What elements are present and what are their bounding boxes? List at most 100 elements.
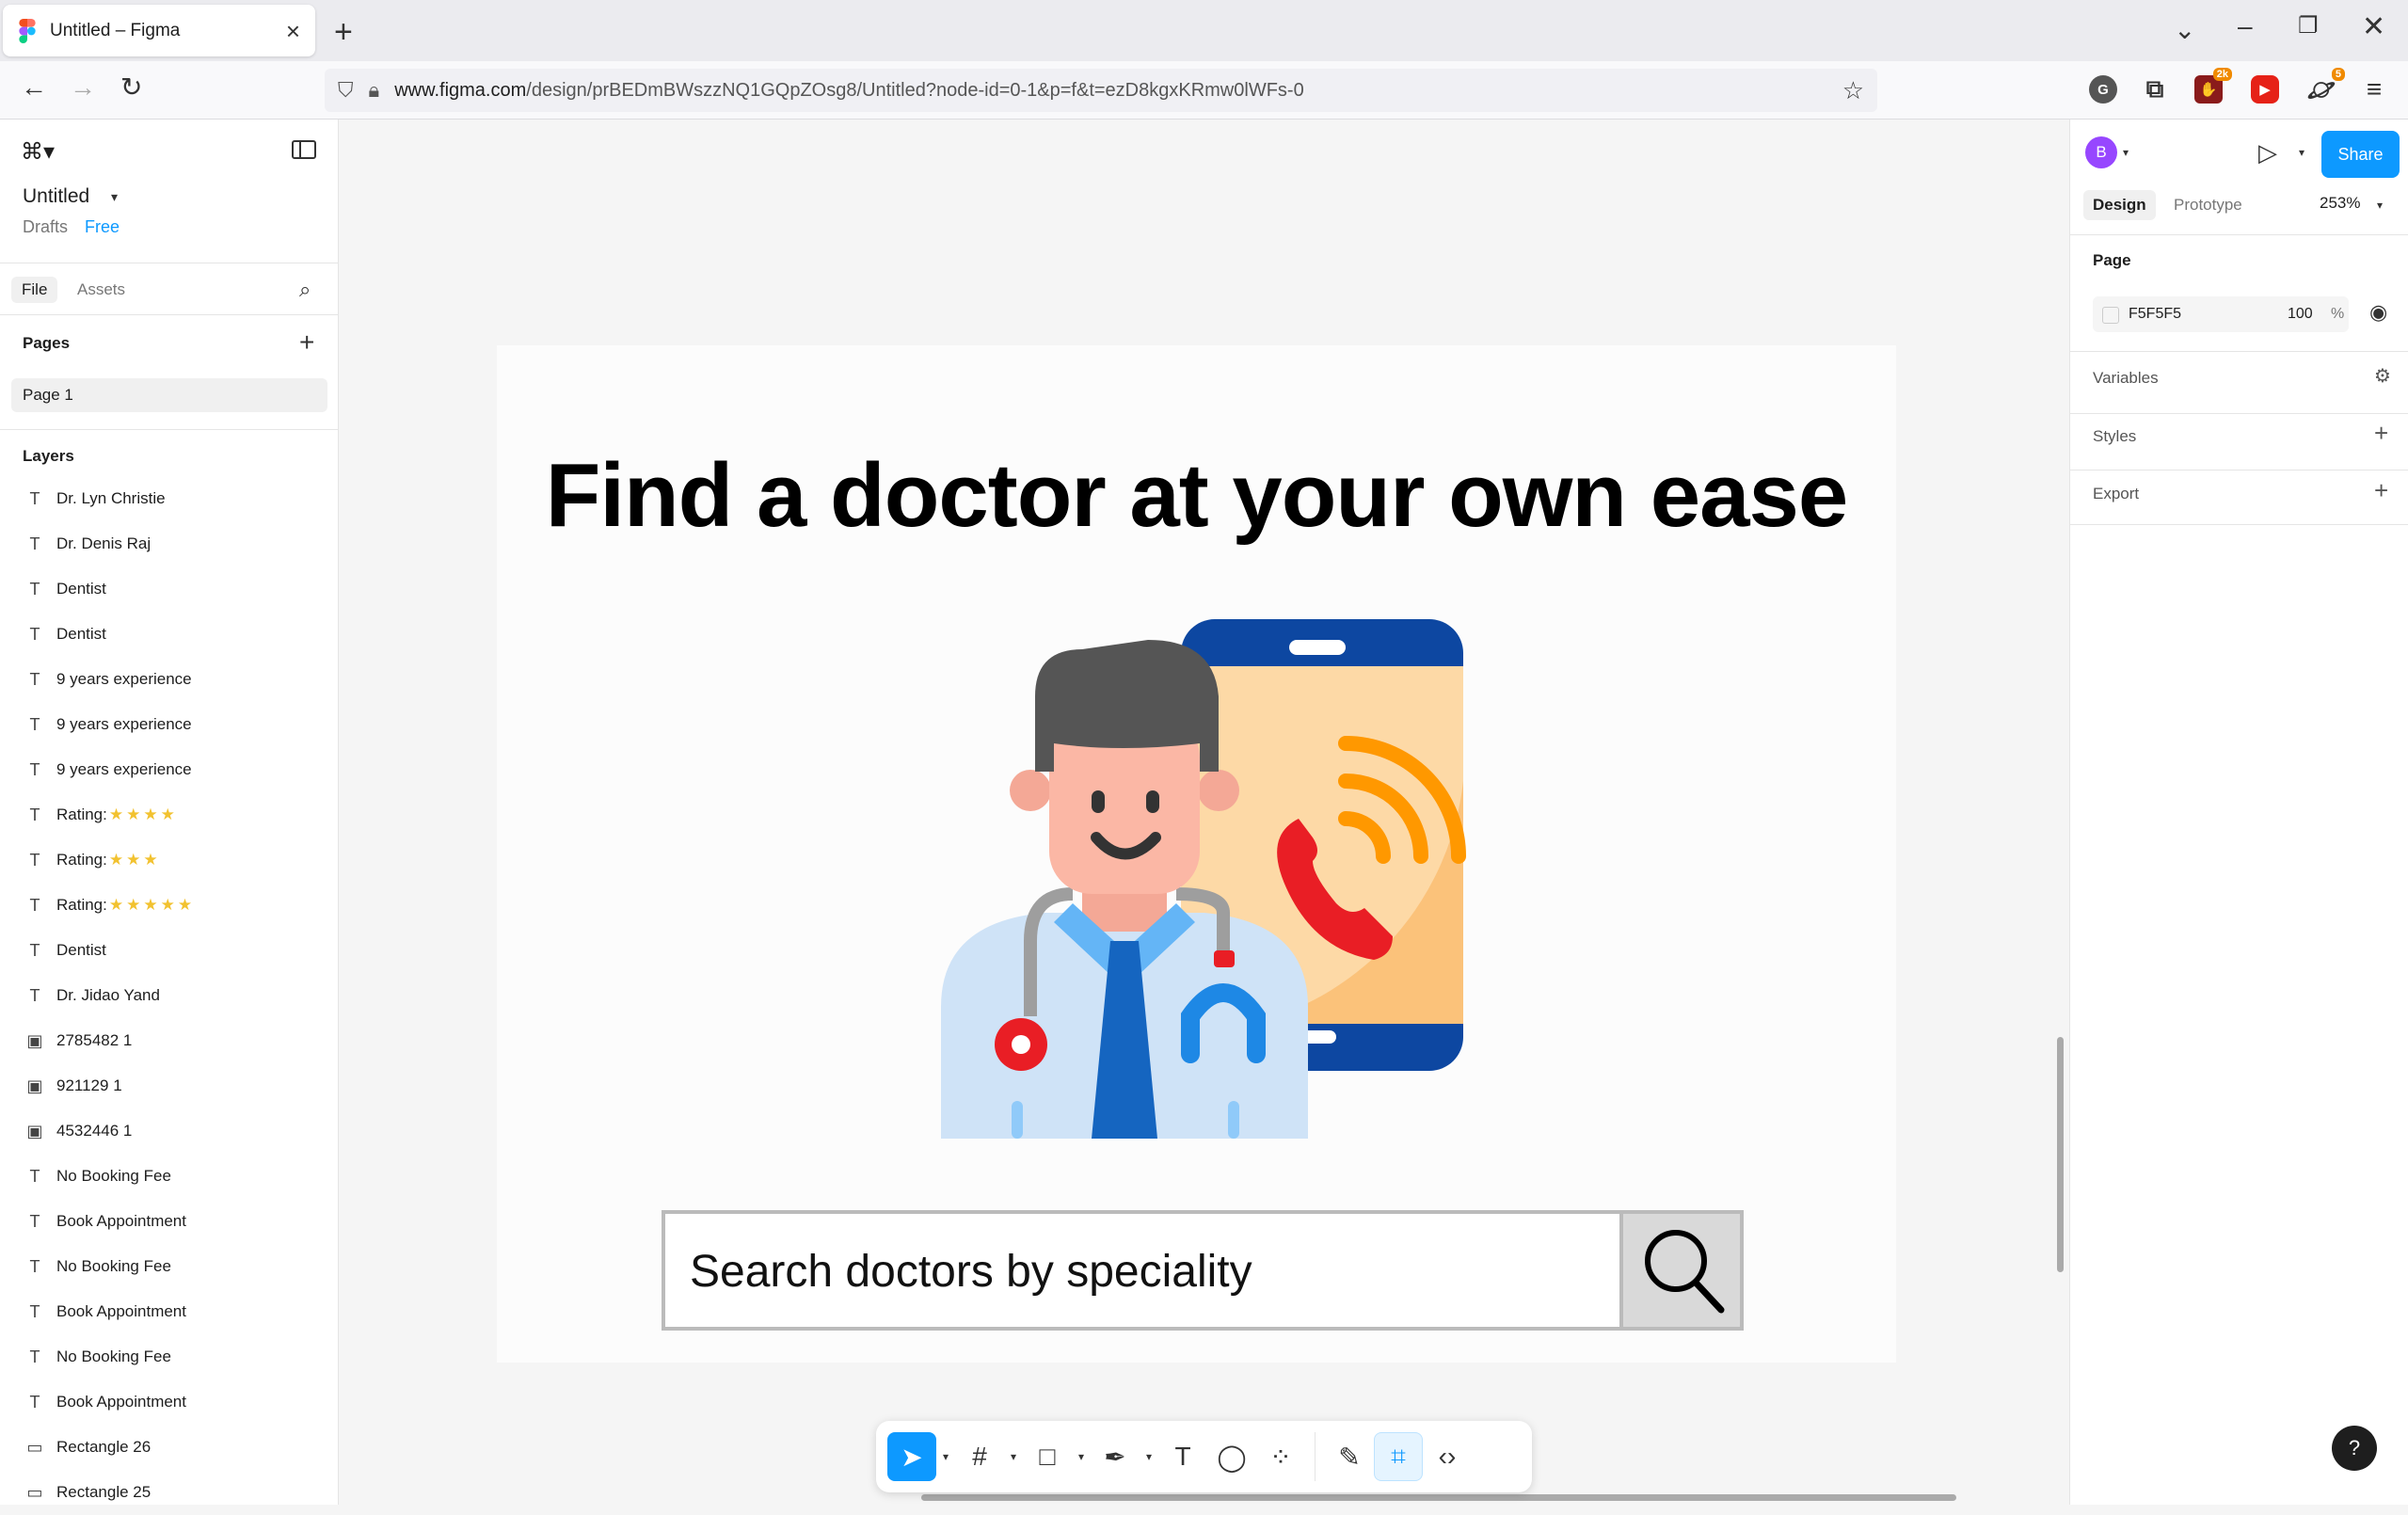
layer-row[interactable]: ▣ 4532446 1	[0, 1108, 339, 1154]
plan-badge[interactable]: Free	[85, 217, 120, 237]
page-fill-field[interactable]: F5F5F5 100 %	[2093, 296, 2349, 332]
move-tool-chevron-icon[interactable]: ▾	[936, 1450, 955, 1463]
design-canvas[interactable]: Find a doctor at your own ease Search do…	[340, 120, 2069, 1505]
layer-row[interactable]: T 9 years experience	[0, 657, 339, 702]
visibility-eye-icon[interactable]: ◉	[2369, 300, 2387, 325]
frame-tool-chevron-icon[interactable]: ▾	[1004, 1450, 1023, 1463]
layer-row[interactable]: T Rating: ★★★★	[0, 792, 339, 837]
back-arrow-icon[interactable]: ←	[21, 74, 47, 101]
layer-row[interactable]: T Dr. Jidao Yand	[0, 973, 339, 1018]
extensions-puzzle-icon[interactable]: ⧉	[2141, 74, 2169, 104]
add-style-icon[interactable]: +	[2374, 419, 2388, 448]
window-close-icon[interactable]: ✕	[2362, 13, 2385, 41]
fill-hex-value[interactable]: F5F5F5	[2129, 306, 2181, 323]
divider	[0, 429, 339, 430]
layer-row[interactable]: T 9 years experience	[0, 702, 339, 747]
figma-main-menu-icon[interactable]: ⌘▾	[21, 138, 55, 166]
horizontal-scrollbar[interactable]	[921, 1494, 1956, 1501]
pen-tool-icon[interactable]: ✒	[1091, 1432, 1140, 1481]
tab-list-chevron-icon[interactable]: ⌄	[2174, 17, 2195, 43]
pen-tool-chevron-icon[interactable]: ▾	[1140, 1450, 1158, 1463]
user-avatar[interactable]: B	[2085, 136, 2117, 168]
comment-tool-icon[interactable]: ◯	[1207, 1432, 1256, 1481]
tab-assets[interactable]: Assets	[77, 280, 125, 299]
layer-row[interactable]: T Dr. Denis Raj	[0, 521, 339, 566]
tab-design[interactable]: Design	[2083, 190, 2156, 220]
file-name[interactable]: Untitled	[23, 185, 89, 208]
layer-row[interactable]: T Book Appointment	[0, 1199, 339, 1244]
fill-opacity-value[interactable]: 100	[2288, 306, 2313, 323]
add-page-icon[interactable]: +	[299, 327, 314, 358]
layer-row[interactable]: T Rating: ★★★	[0, 837, 339, 883]
lock-icon[interactable]: 🔒︎	[369, 78, 380, 103]
extension-adblock-icon[interactable]: ✋ 2k	[2194, 68, 2232, 104]
zoom-level[interactable]: 253%	[2320, 194, 2360, 213]
file-menu-chevron-icon[interactable]: ▾	[111, 189, 118, 205]
new-tab-icon[interactable]: +	[334, 16, 353, 48]
frame-tool-icon[interactable]: #	[955, 1432, 1004, 1481]
dev-mode-icon[interactable]: ‹›	[1423, 1432, 1472, 1481]
tab-prototype[interactable]: Prototype	[2174, 196, 2242, 215]
layer-row[interactable]: T Dentist	[0, 566, 339, 612]
zoom-chevron-icon[interactable]: ▾	[2377, 199, 2383, 212]
window-minimize-icon[interactable]: –	[2238, 13, 2253, 40]
layer-row[interactable]: T Book Appointment	[0, 1379, 339, 1425]
present-play-icon[interactable]: ▷	[2258, 138, 2277, 167]
add-export-icon[interactable]: +	[2374, 476, 2388, 505]
url-text[interactable]: www.figma.com/design/prBEDmBWszzNQ1GQpZO…	[394, 80, 1842, 102]
search-icon[interactable]: ⌕	[299, 278, 311, 302]
layer-row[interactable]: T No Booking Fee	[0, 1154, 339, 1199]
window-restore-icon[interactable]: ❐	[2298, 15, 2319, 38]
actions-tool-icon[interactable]: ⁘	[1256, 1432, 1305, 1481]
variables-label[interactable]: Variables	[2093, 369, 2159, 388]
color-swatch[interactable]	[2102, 307, 2119, 324]
browser-menu-icon[interactable]: ≡	[2360, 74, 2388, 104]
extension-youtube-icon[interactable]: ▶	[2251, 75, 2279, 104]
rectangle-tool-icon[interactable]: □	[1023, 1432, 1072, 1481]
layer-row[interactable]: T Dr. Lyn Christie	[0, 476, 339, 521]
export-label[interactable]: Export	[2093, 485, 2139, 503]
browser-tab-title: Untitled – Figma	[50, 20, 181, 40]
design-mode-icon[interactable]: ⌗	[1374, 1432, 1423, 1481]
help-button[interactable]: ?	[2332, 1426, 2377, 1471]
move-tool-icon[interactable]: ➤	[887, 1432, 936, 1481]
tab-file[interactable]: File	[11, 277, 58, 303]
avatar-chevron-icon[interactable]: ▾	[2123, 146, 2129, 159]
layer-row[interactable]: T Dentist	[0, 612, 339, 657]
layer-row[interactable]: T 9 years experience	[0, 747, 339, 792]
frame-headline[interactable]: Find a doctor at your own ease	[497, 444, 1896, 548]
forward-arrow-icon[interactable]: →	[70, 74, 96, 101]
reload-icon[interactable]: ↻	[120, 74, 142, 101]
text-tool-icon[interactable]: T	[1158, 1432, 1207, 1481]
browser-tab[interactable]: Untitled – Figma ×	[3, 5, 315, 56]
tab-close-icon[interactable]: ×	[286, 19, 300, 43]
variables-settings-icon[interactable]: ⚙	[2374, 364, 2391, 388]
layer-row[interactable]: ▭ Rectangle 26	[0, 1425, 339, 1470]
layer-row[interactable]: T No Booking Fee	[0, 1244, 339, 1289]
address-bar[interactable]: ⛉ 🔒︎ www.figma.com/design/prBEDmBWszzNQ1…	[325, 69, 1877, 112]
layer-row[interactable]: ▣ 921129 1	[0, 1063, 339, 1108]
layer-row[interactable]: ▣ 2785482 1	[0, 1018, 339, 1063]
page-item[interactable]: Page 1	[11, 378, 327, 412]
extension-g-icon[interactable]: G	[2089, 75, 2117, 104]
layer-row[interactable]: T Book Appointment	[0, 1289, 339, 1334]
search-doctors-input[interactable]: Search doctors by speciality	[662, 1210, 1744, 1331]
shape-tool-chevron-icon[interactable]: ▾	[1072, 1450, 1091, 1463]
design-frame[interactable]: Find a doctor at your own ease Search do…	[497, 345, 1896, 1363]
draw-mode-icon[interactable]: ✎	[1325, 1432, 1374, 1481]
layer-row[interactable]: T No Booking Fee	[0, 1334, 339, 1379]
share-button[interactable]: Share	[2321, 131, 2400, 178]
present-chevron-icon[interactable]: ▾	[2299, 146, 2304, 159]
layer-row[interactable]: T Rating: ★★★★★	[0, 883, 339, 928]
styles-label[interactable]: Styles	[2093, 427, 2136, 446]
layer-row[interactable]: T Dentist	[0, 928, 339, 973]
doctor-phone-illustration[interactable]	[941, 612, 1468, 1139]
tracking-shield-icon[interactable]: ⛉	[338, 78, 354, 103]
layer-row[interactable]: ▭ Rectangle 25	[0, 1470, 339, 1515]
bookmark-star-icon[interactable]: ☆	[1842, 76, 1864, 105]
file-location[interactable]: Drafts	[23, 217, 68, 237]
sidebar-toggle-icon[interactable]	[292, 140, 316, 159]
vertical-scrollbar[interactable]	[2057, 1037, 2064, 1272]
extension-planet-icon[interactable]: 🪐︎ 5	[2307, 68, 2345, 104]
search-button[interactable]	[1619, 1214, 1740, 1327]
